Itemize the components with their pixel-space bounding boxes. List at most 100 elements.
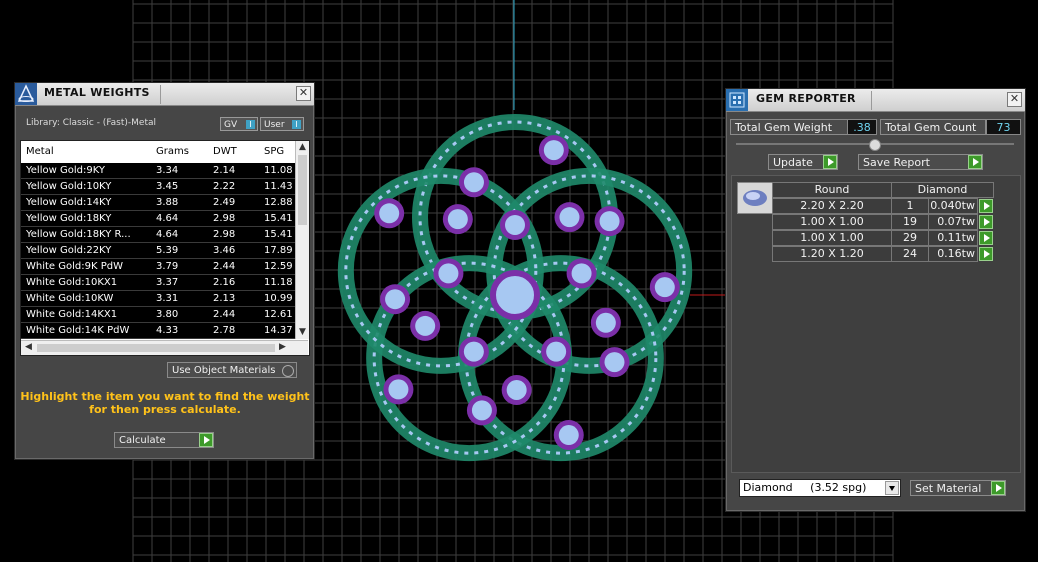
scroll-down-icon[interactable]: ▼ [299,327,306,337]
checkbox-icon [282,365,294,377]
chevron-down-icon[interactable] [885,481,899,495]
table-row[interactable]: White Gold:10KX1 3.37 2.16 11.18 [21,275,303,291]
user-toggle[interactable]: User I [260,117,304,131]
vscroll-thumb[interactable] [298,155,307,225]
gem-row-select-icon[interactable] [979,215,993,229]
table-row[interactable]: Yellow Gold:10KY 3.45 2.22 11.43 [21,179,303,195]
gem-stone[interactable] [415,315,436,336]
cell-metal: Yellow Gold:18KY R... [26,229,131,240]
metal-table-hscroll[interactable]: ◀ ▶ [21,340,308,355]
metal-weights-title: METAL WEIGHTS [44,86,150,99]
cell-dwt: 2.16 [213,277,236,288]
user-label: User [264,120,285,130]
library-label: Library: Classic - (Fast)-Metal [26,118,157,128]
cell-dwt: 2.13 [213,293,236,304]
gem-stone[interactable] [599,211,620,232]
gem-stone[interactable] [438,263,459,284]
table-row[interactable]: Yellow Gold:9KY 3.34 2.14 11.08 [21,163,303,179]
title-separator [160,85,161,104]
col-grams[interactable]: Grams [156,146,189,157]
close-icon[interactable]: ✕ [296,86,311,101]
table-row[interactable]: White Gold:9K PdW 3.79 2.44 12.59 [21,259,303,275]
gem-stone[interactable] [558,425,579,446]
gem-stone[interactable] [654,277,675,298]
gem-stone[interactable] [506,379,527,400]
total-gem-weight-label: Total Gem Weight [730,119,849,135]
diamond-icon [743,190,767,206]
cell-metal: White Gold:14KX1 [26,309,118,320]
scroll-up-icon[interactable]: ▲ [299,142,306,152]
metal-table-vscroll[interactable]: ▲ ▼ [295,141,309,339]
gem-cell-count: 19 [891,214,929,230]
table-row[interactable]: Yellow Gold:18KY 4.64 2.98 15.41 [21,211,303,227]
cell-grams: 3.80 [156,309,179,320]
gem-reporter-titlebar[interactable]: GEM REPORTER ✕ [726,89,1025,112]
cell-metal: Yellow Gold:22KY [26,245,112,256]
gem-stone[interactable] [604,352,625,373]
cell-grams: 3.34 [156,165,179,176]
cell-dwt: 2.98 [213,213,236,224]
gem-row-select-icon[interactable] [979,247,993,261]
metal-table: Metal Grams DWT SPG Yellow Gold:9KY 3.34 2… [20,140,310,356]
col-dwt[interactable]: DWT [213,146,237,157]
gem-stone[interactable] [505,215,525,235]
table-row[interactable]: Yellow Gold:14KY 3.88 2.49 12.88 [21,195,303,211]
gem-stone[interactable] [471,400,492,421]
cell-dwt: 2.44 [213,261,236,272]
table-row[interactable]: White Gold:14KX1 3.80 2.44 12.61 [21,307,303,323]
close-icon[interactable]: ✕ [1007,92,1022,107]
metal-table-header: Metal Grams DWT SPG [21,141,303,163]
hscroll-thumb[interactable] [37,344,275,352]
cell-grams: 3.31 [156,293,179,304]
center-stone[interactable] [490,270,540,320]
col-metal[interactable]: Metal [26,146,54,157]
gem-stone[interactable] [385,289,406,310]
set-material-button[interactable]: Set Material [910,480,1006,496]
gem-stone[interactable] [559,207,580,228]
use-object-materials-checkbox[interactable]: Use Object Materials [167,362,297,378]
gem-stone[interactable] [463,341,484,362]
gem-cell-size: 2.20 X 2.20 [772,198,892,214]
gem-stone[interactable] [595,312,616,333]
metal-weights-titlebar[interactable]: METAL WEIGHTS ✕ [15,83,314,106]
hint-line-1: Highlight the item you want to find the … [20,390,310,403]
cell-metal: Yellow Gold:9KY [26,165,105,176]
gem-stone[interactable] [543,140,564,161]
scroll-left-icon[interactable]: ◀ [25,342,32,352]
scroll-right-icon[interactable]: ▶ [279,342,286,352]
gem-row-select-icon[interactable] [979,199,993,213]
gem-cell-count: 1 [891,198,929,214]
hint-line-2: for then press calculate. [89,403,241,416]
splitter-handle[interactable] [869,139,881,151]
gv-toggle[interactable]: GV I [220,117,258,131]
gem-stone[interactable] [379,203,400,224]
title-separator [871,91,872,110]
calculate-button[interactable]: Calculate [114,432,214,448]
cell-metal: White Gold:14K PdW [26,325,130,336]
material-select-value: Diamond (3.52 spg) [743,481,867,494]
cell-grams: 3.37 [156,277,179,288]
gem-stone[interactable] [388,379,409,400]
gem-stone[interactable] [571,263,592,284]
col-spg[interactable]: SPG [264,146,284,157]
calculate-label: Calculate [119,435,166,446]
cell-grams: 5.39 [156,245,179,256]
gv-indicator-icon: I [246,120,255,129]
gv-label: GV [224,120,238,130]
cell-metal: Yellow Gold:18KY [26,213,112,224]
update-button[interactable]: Update [768,154,838,170]
table-row[interactable]: Yellow Gold:18KY R... 4.64 2.98 15.41 [21,227,303,243]
update-label: Update [773,156,813,169]
gem-stone[interactable] [447,209,468,230]
use-object-materials-label: Use Object Materials [172,365,276,376]
table-row[interactable]: White Gold:10KW 3.31 2.13 10.99 [21,291,303,307]
gem-list-area: Round Diamond 2.20 X 2.20 1 0.040tw 1.00 X … [731,175,1021,473]
gem-row-select-icon[interactable] [979,231,993,245]
table-row[interactable]: White Gold:14K PdW 4.33 2.78 14.37 [21,323,303,339]
gem-stone[interactable] [546,341,567,362]
save-report-button[interactable]: Save Report [858,154,983,170]
table-row[interactable]: Yellow Gold:22KY 5.39 3.46 17.89 [21,243,303,259]
gem-stone[interactable] [463,172,484,193]
gem-thumbnail[interactable] [737,182,773,214]
material-select[interactable]: Diamond (3.52 spg) [739,479,901,497]
